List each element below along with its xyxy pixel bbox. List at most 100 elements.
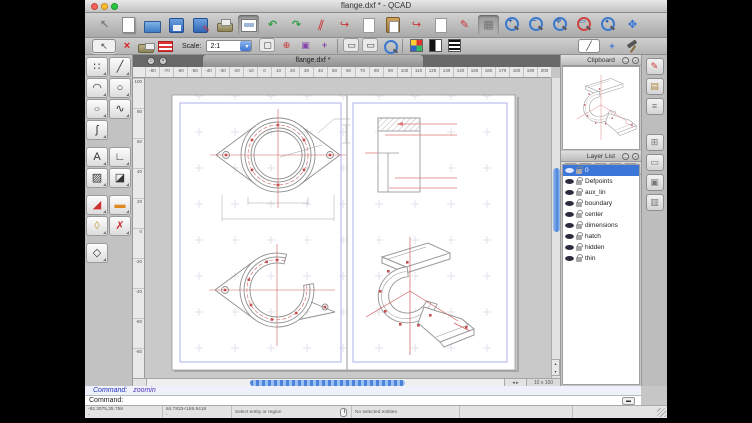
zoom-out-icon[interactable]: − [526,15,547,35]
selection-filter-icon[interactable]: ▥ [646,194,664,211]
ellipse-tool-icon[interactable]: ○ [86,99,108,119]
document-tab[interactable]: flange.dxf * [203,55,423,67]
layer-row[interactable]: boundary [563,198,639,209]
layer-lock-icon[interactable] [576,191,582,196]
color-palette-icon[interactable] [408,38,424,52]
duplicate-icon[interactable] [430,15,451,35]
auto-zoom-icon[interactable]: ✥ [550,15,571,35]
bw-pattern-1-icon[interactable] [427,38,443,52]
zoom-window-icon[interactable]: ▭ [574,15,595,35]
print-preview-icon[interactable] [238,15,259,35]
line-tool-icon[interactable]: ╱ [109,57,131,77]
undo-icon[interactable]: ↶ [262,15,283,35]
drawing-viewport[interactable] [145,78,551,378]
layer-visibility-icon[interactable] [565,245,574,250]
command-line-toggle-icon[interactable]: ▭ [646,154,664,171]
sep-1-icon[interactable] [335,38,340,54]
layer-lock-icon[interactable] [576,235,582,240]
dimension-tool-icon[interactable]: ∟ [109,147,131,167]
lineweight-b-icon[interactable]: ▭ [362,38,378,52]
zoom-tool-icon[interactable] [381,38,397,52]
show-fill-icon[interactable]: ▣ [297,38,313,52]
library-browser-icon[interactable]: ▤ [646,78,664,95]
tab-close-icon[interactable]: × [159,57,167,65]
text-tool-icon[interactable]: A [86,147,108,167]
trim-tool-icon[interactable]: ▬ [109,195,131,215]
layer-row[interactable]: Defpoints [563,176,639,187]
property-editor-icon[interactable]: ✎ [646,58,664,75]
layer-row[interactable]: thin [563,253,639,264]
snap-tool-icon[interactable]: ✗ [109,216,131,236]
layer-lock-icon[interactable] [576,169,582,174]
copy-icon[interactable] [358,15,379,35]
layer-lock-icon[interactable] [576,213,582,218]
snap-center-icon[interactable]: + [316,38,332,52]
layer-list-toggle-icon[interactable]: ⊞ [646,134,664,151]
layer-row[interactable]: aux_lin [563,187,639,198]
pointer-icon[interactable]: ↖ [94,15,115,35]
layer-row[interactable]: dimensions [563,220,639,231]
paste-icon[interactable] [382,15,403,35]
panel-minimize-icon[interactable]: – [622,57,629,64]
modify-tool-icon[interactable]: ◢ [86,195,108,215]
layer-visibility-icon[interactable] [565,234,574,239]
zoom-previous-icon[interactable]: ◂ [598,15,619,35]
sep-2-icon[interactable] [400,38,405,54]
panel-minimize-icon[interactable]: – [622,153,629,160]
layer-visibility-icon[interactable] [565,168,574,173]
lineweight-a-icon[interactable]: ▭ [343,38,359,52]
arc-tool-icon[interactable]: ◠ [86,78,108,98]
circle-tool-icon[interactable]: ○ [109,78,131,98]
zoom-in-icon[interactable]: + [502,15,523,35]
move-icon[interactable]: ↪ [334,15,355,35]
image-tool-icon[interactable]: ◪ [109,168,131,188]
show-ref-points-icon[interactable]: ⊕ [278,38,294,52]
layer-lock-icon[interactable] [576,180,582,185]
info-tool-icon[interactable]: ◊ [86,216,108,236]
print-small-icon[interactable] [138,39,154,53]
layer-row[interactable]: hatch [563,231,639,242]
layer-visibility-icon[interactable] [565,212,574,217]
tab-detach-icon[interactable]: ○ [147,57,155,65]
block-list-icon[interactable]: ≡ [646,98,664,115]
cut-icon[interactable]: ∥ [310,15,331,35]
selection-pointer-icon[interactable]: ↖ [92,39,116,53]
layer-row[interactable]: hidden [563,242,639,253]
pan-icon[interactable]: ✥ [622,15,643,35]
deselect-all-icon[interactable]: × [119,39,135,53]
line-style-icon[interactable]: ╱ [578,39,600,53]
open-file-icon[interactable] [142,15,163,35]
layer-lock-icon[interactable] [576,246,582,251]
panel-close-icon[interactable]: × [632,153,639,160]
panel-close-icon[interactable]: × [632,57,639,64]
clipboard-toggle-icon[interactable]: ▣ [646,174,664,191]
command-line[interactable]: Command: ▬ [85,395,641,405]
dev-tools-icon[interactable] [624,39,640,53]
add-point-icon[interactable]: + [604,39,620,53]
save-icon[interactable] [166,15,187,35]
scale-select[interactable]: 2:1 ▾ [206,40,252,52]
polyline-tool-icon[interactable]: ∿ [109,99,131,119]
layer-lock-icon[interactable] [576,224,582,229]
title-bar[interactable]: flange.dxf * - QCAD [85,0,667,13]
resize-grip[interactable] [657,408,666,417]
layer-visibility-icon[interactable] [565,223,574,228]
spline-tool-icon[interactable]: ʃ [86,120,108,140]
layer-visibility-icon[interactable] [565,179,574,184]
print-icon[interactable] [214,15,235,35]
vertical-scrollbar[interactable] [551,78,560,378]
save-as-icon[interactable]: ✎ [190,15,211,35]
new-file-icon[interactable] [118,15,139,35]
layer-lock-icon[interactable] [576,257,582,262]
projection-tool-icon[interactable]: ◇ [86,243,108,263]
layer-visibility-icon[interactable] [565,190,574,195]
redo-icon[interactable]: ↷ [286,15,307,35]
point-tool-icon[interactable]: ∷ [86,57,108,77]
vertical-scrollbar-thumb[interactable] [553,168,560,232]
rotate-icon[interactable]: ↪ [406,15,427,35]
bw-pattern-2-icon[interactable] [446,38,462,52]
layer-visibility-icon[interactable] [565,201,574,206]
layer-row[interactable]: 0 [563,165,639,176]
grid-toggle-icon[interactable]: ▦ [478,15,499,35]
hatch-tool-icon[interactable]: ▨ [86,168,108,188]
